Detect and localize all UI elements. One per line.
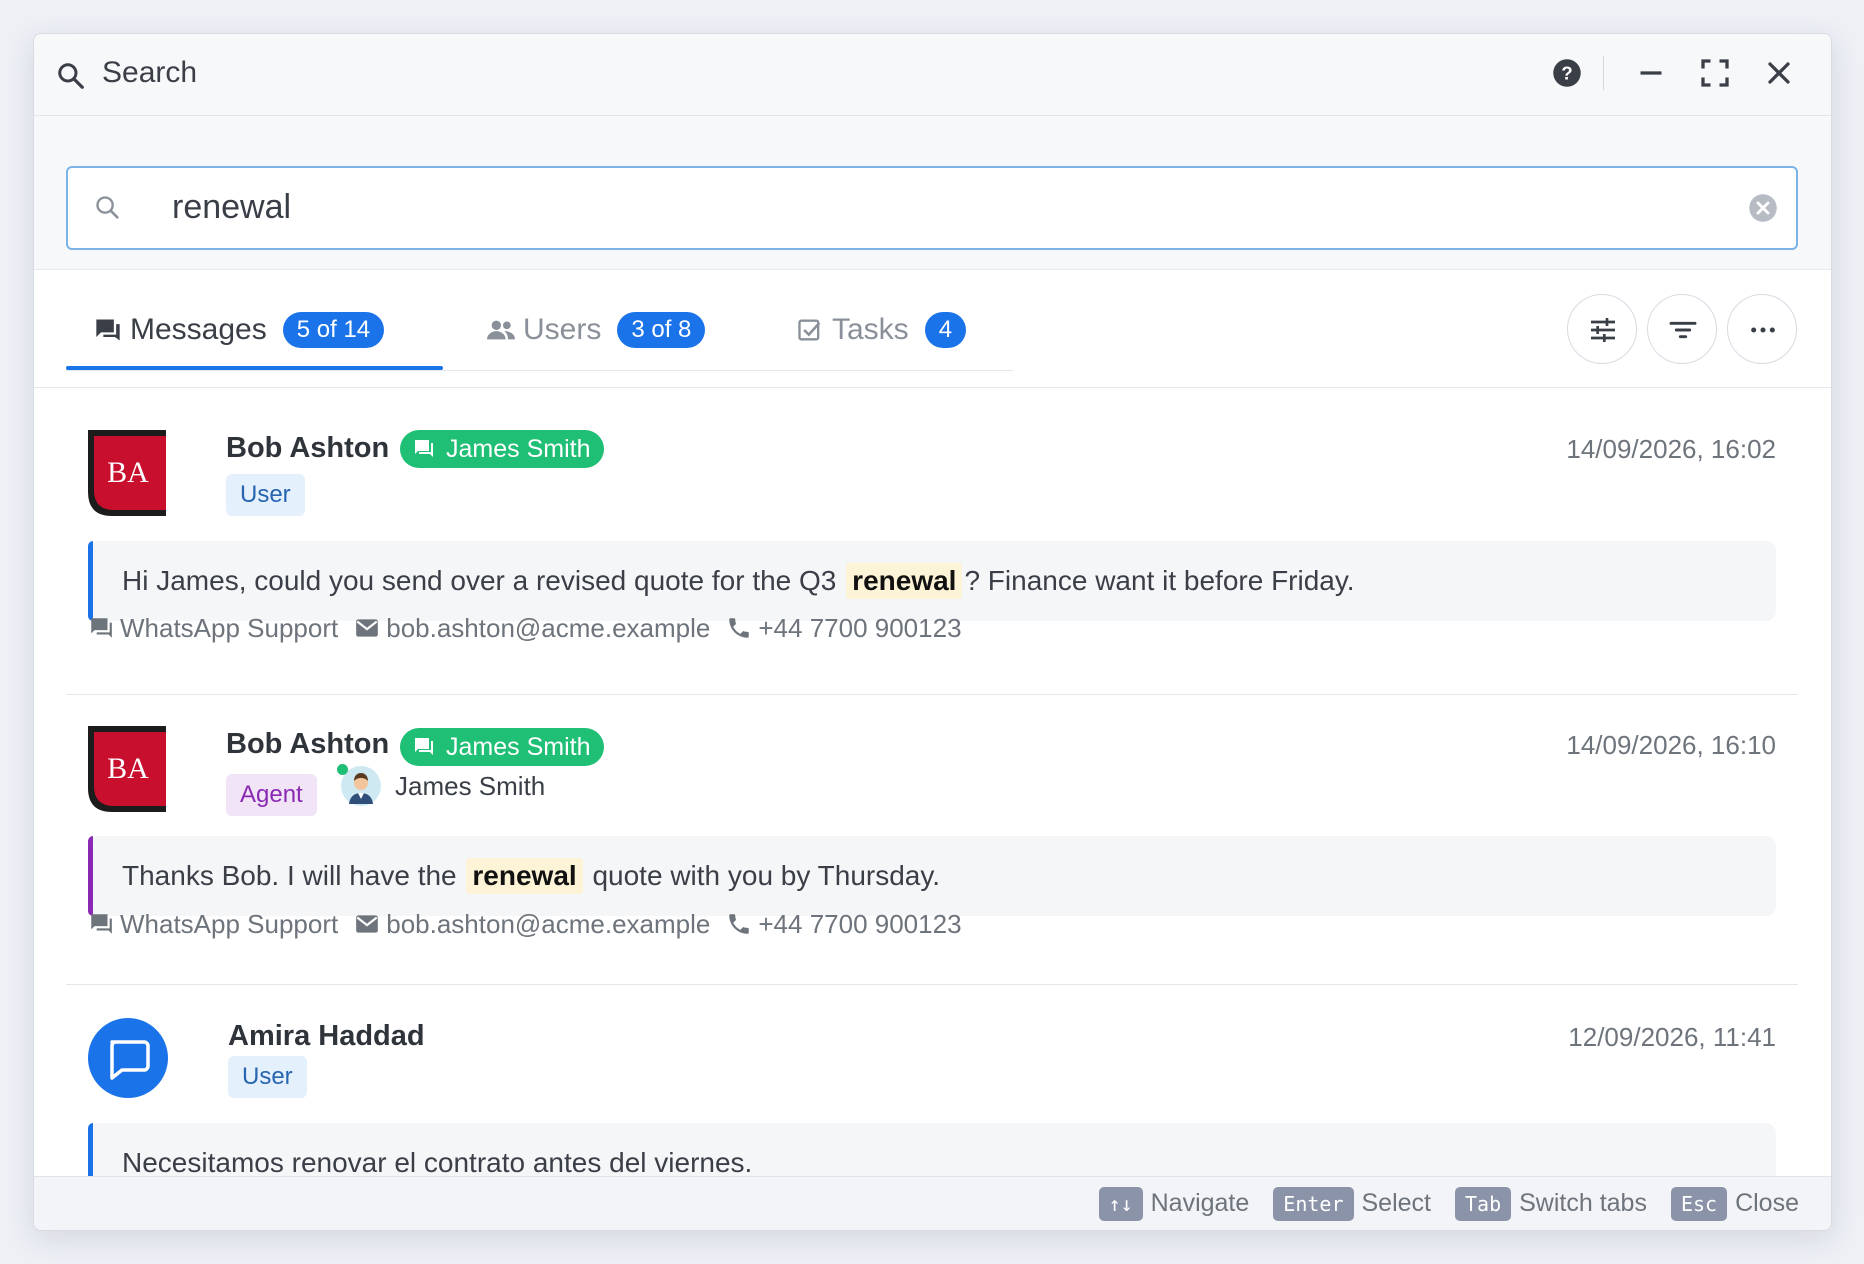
email-info: bob.ashton@acme.example — [354, 909, 710, 940]
message-accent-bar — [88, 836, 93, 916]
hint-label: Switch tabs — [1519, 1189, 1647, 1217]
clear-icon[interactable] — [1748, 193, 1778, 223]
channel-chip[interactable]: James Smith — [400, 430, 605, 468]
keyboard-hints: ↑↓ Navigate Enter Select Tab Switch tabs… — [34, 1176, 1831, 1230]
settings-sliders-icon — [1591, 318, 1615, 342]
hint-label: Close — [1735, 1189, 1799, 1217]
search-input[interactable]: renewal — [66, 166, 1798, 250]
chat-icon — [96, 319, 120, 341]
checkbox-icon — [798, 319, 821, 341]
result-meta: WhatsApp Support bob.ashton@acme.example… — [88, 907, 978, 941]
channel-info: WhatsApp Support — [88, 909, 338, 940]
result-item[interactable]: BA Bob Ashton James Smith Agent James Sm… — [66, 726, 1798, 985]
more-button[interactable] — [1727, 294, 1797, 364]
tabs-baseline — [66, 370, 1013, 371]
count-badge: 4 — [924, 312, 967, 348]
result-divider — [66, 984, 1798, 985]
timestamp: 14/09/2026, 16:02 — [1566, 434, 1776, 464]
search-query[interactable]: renewal — [172, 188, 291, 227]
channel-chip[interactable]: James Smith — [400, 728, 605, 766]
window-title: Search — [102, 56, 198, 89]
chat-bubble-icon — [88, 1018, 168, 1098]
timestamp: 12/09/2026, 11:41 — [1568, 1022, 1776, 1052]
search-icon — [96, 196, 119, 219]
active-tab-indicator — [66, 366, 443, 370]
filter-button[interactable] — [1647, 294, 1717, 364]
mail-icon — [356, 619, 379, 637]
highlight: renewal — [846, 563, 963, 599]
agent-name: James Smith — [395, 770, 546, 801]
message-text: Thanks Bob. I will have the renewal quot… — [88, 836, 1776, 916]
filter-icon — [1669, 321, 1697, 339]
phone-info: +44 7700 900123 — [726, 613, 962, 644]
tab-label: Messages — [130, 313, 267, 346]
minimize-icon[interactable] — [1633, 55, 1669, 91]
help-icon[interactable]: ? — [1552, 58, 1582, 88]
tab-label: Tasks — [832, 313, 909, 346]
svg-text:BA: BA — [107, 456, 149, 489]
title-divider — [1603, 56, 1604, 90]
svg-text:BA: BA — [107, 752, 149, 785]
esc-key-hint: Esc — [1670, 1186, 1728, 1221]
sender-name: Amira Haddad — [228, 1020, 425, 1052]
tab-messages[interactable]: Messages 5 of 14 — [94, 310, 385, 350]
role-badge: Agent — [226, 774, 317, 816]
result-divider — [66, 694, 1798, 695]
assigned-agent: James Smith — [337, 764, 546, 808]
svg-text:?: ? — [1561, 62, 1572, 83]
phone-info: +44 7700 900123 — [726, 909, 962, 940]
mail-icon — [356, 915, 379, 933]
role-badge: User — [226, 474, 305, 516]
result-item[interactable]: Amira Haddad User 12/09/2026, 11:41 Nece… — [66, 1018, 1798, 1176]
role-badge: User — [228, 1056, 307, 1098]
fullscreen-icon[interactable] — [1697, 55, 1733, 91]
users-icon — [487, 320, 515, 340]
tab-key-hint: Tab — [1454, 1186, 1512, 1221]
tab-bar: Messages 5 of 14 Users 3 of 8 Tasks 4 — [34, 270, 1831, 388]
sender-name: Bob Ashton — [226, 728, 390, 760]
results-list: BA Bob Ashton James Smith User 14/09/202… — [34, 388, 1831, 1176]
arrow-keys-hint: ↑↓ — [1098, 1186, 1143, 1221]
hint-label: Navigate — [1150, 1189, 1250, 1217]
chat-icon — [415, 440, 433, 457]
chat-icon — [91, 914, 112, 934]
message-text: Necesitamos renovar el contrato antes de… — [88, 1123, 1776, 1176]
chat-icon — [415, 738, 433, 755]
tab-tasks[interactable]: Tasks 4 — [796, 310, 967, 350]
channel-info: WhatsApp Support — [88, 613, 338, 644]
online-status-dot — [337, 764, 348, 775]
search-window: Search ? renewal Messages 5 of 14 Users … — [33, 33, 1832, 1231]
tab-label: Users — [523, 313, 602, 346]
message-accent-bar — [88, 1123, 93, 1176]
hint-label: Select — [1361, 1189, 1431, 1217]
search-row: renewal — [34, 116, 1831, 270]
sender-name: Bob Ashton — [226, 432, 390, 464]
email-info: bob.ashton@acme.example — [354, 613, 710, 644]
result-meta: WhatsApp Support bob.ashton@acme.example… — [88, 611, 978, 645]
message-accent-bar — [88, 541, 93, 621]
chat-icon — [91, 618, 112, 638]
message-text: Hi James, could you send over a revised … — [88, 541, 1776, 621]
highlight: renewal — [466, 858, 583, 894]
phone-icon — [729, 914, 750, 934]
more-icon — [1751, 327, 1775, 333]
phone-icon — [729, 618, 750, 638]
close-icon[interactable] — [1761, 55, 1797, 91]
search-settings-button[interactable] — [1567, 294, 1637, 364]
timestamp: 14/09/2026, 16:10 — [1566, 730, 1776, 760]
count-badge: 5 of 14 — [282, 312, 385, 348]
enter-key-hint: Enter — [1273, 1186, 1354, 1221]
search-icon — [58, 63, 84, 89]
title-bar: Search ? — [34, 34, 1831, 116]
avatar: BA — [88, 726, 166, 812]
result-item[interactable]: BA Bob Ashton James Smith User 14/09/202… — [66, 430, 1798, 695]
avatar: BA — [88, 430, 166, 516]
tab-users[interactable]: Users 3 of 8 — [487, 310, 706, 350]
count-badge: 3 of 8 — [617, 312, 706, 348]
agent-avatar — [337, 764, 381, 806]
